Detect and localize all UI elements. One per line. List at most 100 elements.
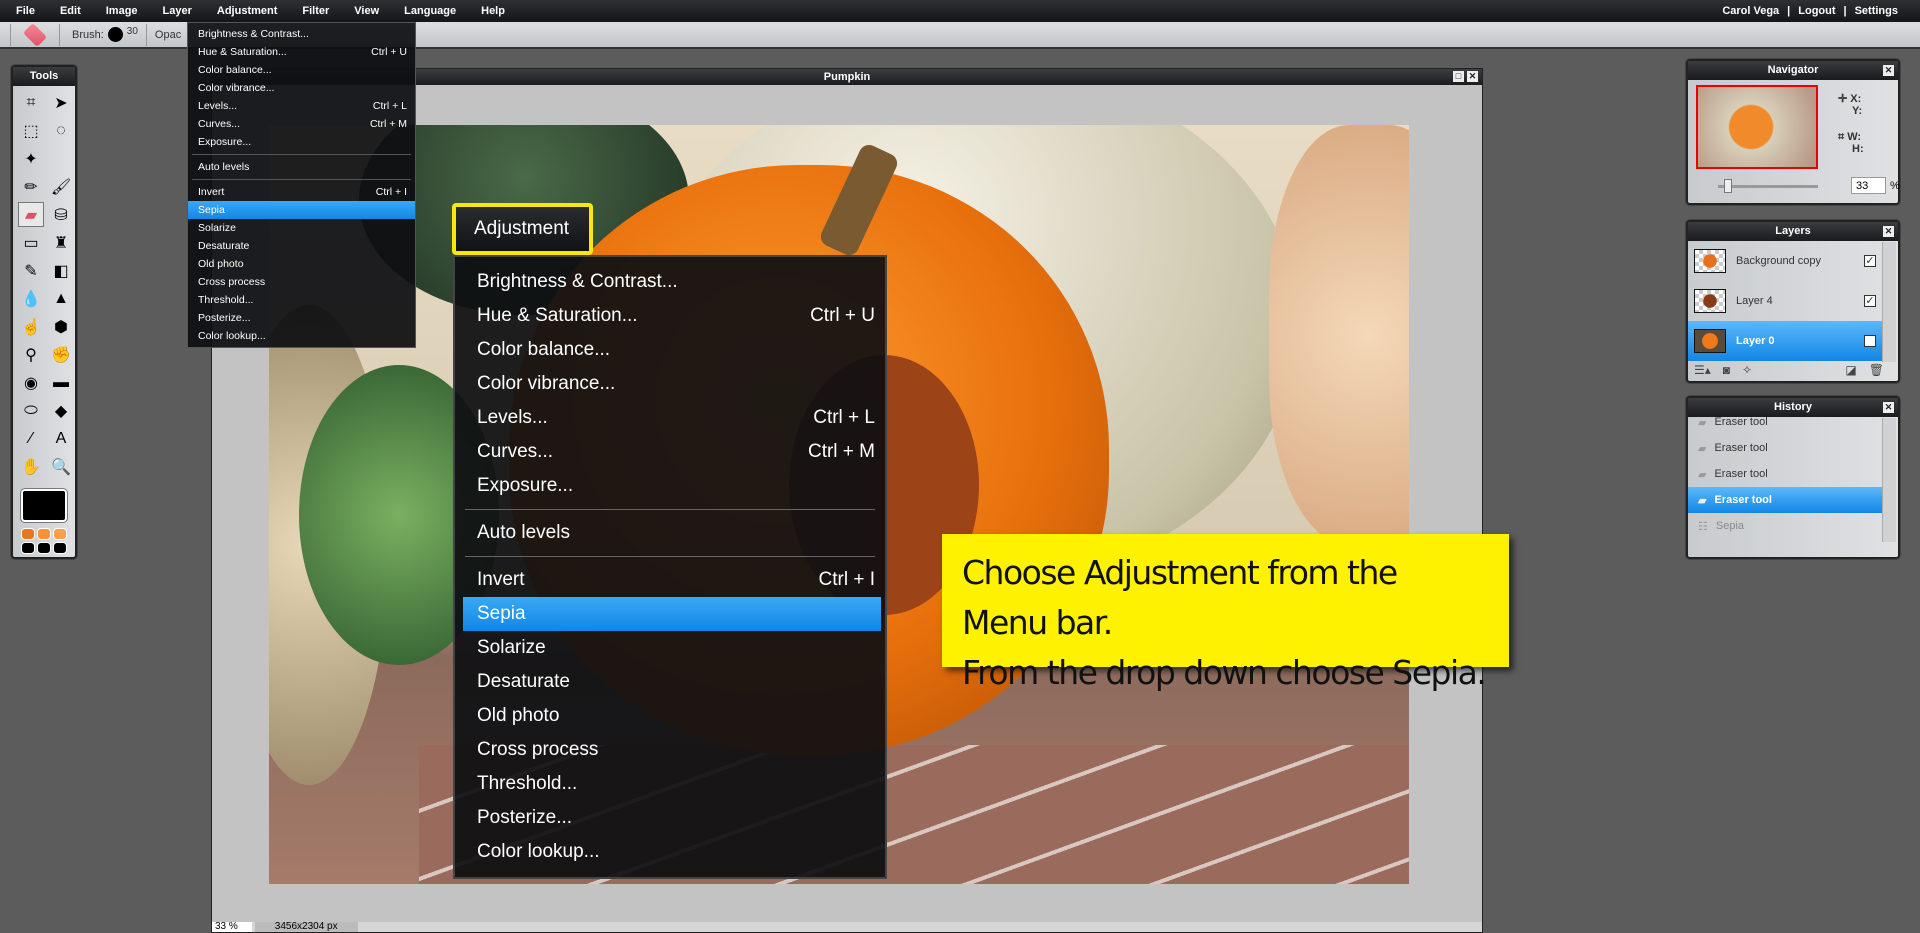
close-icon[interactable]: ✕ xyxy=(1883,65,1894,76)
menu-item-invert[interactable]: Invert Ctrl + I xyxy=(455,563,885,597)
menu-item-color-balance[interactable]: Color balance... xyxy=(188,61,415,79)
user-name[interactable]: Carol Vega xyxy=(1722,5,1779,17)
layer-settings-icon[interactable]: ☰▴ xyxy=(1694,363,1711,377)
lasso-icon[interactable]: ◌ xyxy=(48,118,74,143)
delete-layer-icon[interactable]: 🗑 xyxy=(1869,363,1884,377)
color-swatch[interactable] xyxy=(37,542,51,554)
settings-link[interactable]: Settings xyxy=(1855,5,1898,17)
crop-icon[interactable]: ⌗ xyxy=(18,90,44,115)
magic-wand-icon[interactable]: ✦ xyxy=(18,146,44,171)
red-eye-icon[interactable]: ◉ xyxy=(18,370,44,395)
brush-icon[interactable]: 🖌 xyxy=(48,174,74,199)
logout-link[interactable]: Logout xyxy=(1798,5,1835,17)
menu-item-cross-process[interactable]: Cross process xyxy=(455,733,885,767)
layer-mask-icon[interactable]: ◙ xyxy=(1723,363,1730,377)
menu-item-color-vibrance[interactable]: Color vibrance... xyxy=(188,79,415,97)
sharpen-icon[interactable]: ▲ xyxy=(48,286,74,311)
close-icon[interactable]: ✕ xyxy=(1883,226,1894,237)
menu-language[interactable]: Language xyxy=(390,5,467,17)
menu-filter[interactable]: Filter xyxy=(288,5,340,17)
layer-visibility-checkbox[interactable]: ✓ xyxy=(1864,295,1876,307)
menu-image[interactable]: Image xyxy=(92,5,149,17)
menu-help[interactable]: Help xyxy=(467,5,516,17)
sponge-icon[interactable]: ⬢ xyxy=(48,314,74,339)
menu-view[interactable]: View xyxy=(340,5,390,17)
pencil-icon[interactable]: ✏ xyxy=(18,174,44,199)
color-picker-icon[interactable]: ⁄ xyxy=(18,426,44,451)
menu-item-brightness-contrast[interactable]: Brightness & Contrast... xyxy=(188,25,415,43)
menu-item-levels[interactable]: Levels... Ctrl + L xyxy=(455,401,885,435)
layer-visibility-checkbox[interactable]: ✓ xyxy=(1864,335,1876,347)
menu-item-sepia[interactable]: Sepia xyxy=(188,201,415,219)
zoom-field[interactable]: 33 % xyxy=(212,922,252,932)
spot-heal-icon[interactable]: ▬ xyxy=(48,370,74,395)
close-icon[interactable]: ✕ xyxy=(1883,402,1894,413)
layers-scrollbar[interactable] xyxy=(1882,242,1896,362)
pinch-icon[interactable]: ◆ xyxy=(48,398,74,423)
history-item[interactable]: ▰ Eraser tool xyxy=(1688,417,1884,435)
menu-item-threshold[interactable]: Threshold... xyxy=(455,767,885,801)
menu-item-hue-saturation[interactable]: Hue & Saturation... Ctrl + U xyxy=(455,299,885,333)
layer-visibility-checkbox[interactable]: ✓ xyxy=(1864,255,1876,267)
menu-item-posterize[interactable]: Posterize... xyxy=(455,801,885,835)
layer-row[interactable]: Layer 0 ✓ xyxy=(1688,321,1884,361)
move-icon[interactable]: ➤ xyxy=(48,90,74,115)
marquee-icon[interactable]: ⬚ xyxy=(18,118,44,143)
type-icon[interactable]: A xyxy=(48,426,74,451)
layer-row[interactable]: Background copy ✓ xyxy=(1688,241,1884,281)
history-item[interactable]: ▰ Eraser tool xyxy=(1688,435,1884,461)
menu-item-posterize[interactable]: Posterize... xyxy=(188,309,415,327)
zoom-slider[interactable] xyxy=(1718,185,1818,188)
menu-item-old-photo[interactable]: Old photo xyxy=(455,699,885,733)
foreground-color[interactable] xyxy=(21,489,67,522)
menu-item-solarize[interactable]: Solarize xyxy=(455,631,885,665)
menu-item-hue-saturation[interactable]: Hue & Saturation... Ctrl + U xyxy=(188,43,415,61)
color-swatch[interactable] xyxy=(53,528,67,540)
brush-preview[interactable] xyxy=(107,27,123,42)
hand-icon[interactable]: ✋ xyxy=(18,454,44,479)
history-item[interactable]: ☷ Sepia xyxy=(1688,513,1884,539)
menu-item-desaturate[interactable]: Desaturate xyxy=(455,665,885,699)
zoom-icon[interactable]: 🔍 xyxy=(48,454,74,479)
gradient-icon[interactable]: ▭ xyxy=(18,230,44,255)
menu-item-invert[interactable]: Invert Ctrl + I xyxy=(188,183,415,201)
menu-item-auto-levels[interactable]: Auto levels xyxy=(455,516,885,550)
clone-stamp-icon[interactable]: ♜ xyxy=(48,230,74,255)
color-swatch[interactable] xyxy=(53,542,67,554)
menu-item-exposure[interactable]: Exposure... xyxy=(455,469,885,503)
new-layer-icon[interactable]: ◪ xyxy=(1845,363,1856,377)
menu-item-sepia[interactable]: Sepia xyxy=(463,597,881,631)
menu-file[interactable]: File xyxy=(0,5,46,17)
brush-size[interactable]: 30 xyxy=(127,26,138,37)
history-scrollbar[interactable] xyxy=(1882,418,1896,542)
dodge-icon[interactable]: ⚲ xyxy=(18,342,44,367)
menu-item-desaturate[interactable]: Desaturate xyxy=(188,237,415,255)
color-swatch[interactable] xyxy=(21,542,35,554)
smudge-icon[interactable]: ☝ xyxy=(18,314,44,339)
menu-item-curves[interactable]: Curves... Ctrl + M xyxy=(188,115,415,133)
shape-icon[interactable]: ◧ xyxy=(48,258,74,283)
menu-item-threshold[interactable]: Threshold... xyxy=(188,291,415,309)
menu-edit[interactable]: Edit xyxy=(46,5,92,17)
menu-item-exposure[interactable]: Exposure... xyxy=(188,133,415,151)
menu-item-curves[interactable]: Curves... Ctrl + M xyxy=(455,435,885,469)
menu-item-auto-levels[interactable]: Auto levels xyxy=(188,158,415,176)
navigator-thumbnail[interactable] xyxy=(1696,85,1818,169)
history-item[interactable]: ▰ Eraser tool xyxy=(1688,487,1884,513)
menu-item-color-lookup[interactable]: Color lookup... xyxy=(455,835,885,869)
menu-layer[interactable]: Layer xyxy=(149,5,203,17)
maximize-button[interactable]: □ xyxy=(1453,71,1464,82)
menu-item-solarize[interactable]: Solarize xyxy=(188,219,415,237)
zoom-slider-handle[interactable] xyxy=(1724,179,1732,193)
menu-item-brightness-contrast[interactable]: Brightness & Contrast... xyxy=(455,265,885,299)
zoom-input[interactable]: 33 xyxy=(1851,177,1886,194)
menu-item-levels[interactable]: Levels... Ctrl + L xyxy=(188,97,415,115)
eraser-icon[interactable]: ▰ xyxy=(18,202,44,227)
menu-item-color-vibrance[interactable]: Color vibrance... xyxy=(455,367,885,401)
menu-item-old-photo[interactable]: Old photo xyxy=(188,255,415,273)
menu-item-color-lookup[interactable]: Color lookup... xyxy=(188,327,415,345)
layer-styles-icon[interactable]: ✧ xyxy=(1742,363,1752,377)
bloat-icon[interactable]: ⬭ xyxy=(18,398,44,423)
layer-row[interactable]: Layer 4 ✓ xyxy=(1688,281,1884,321)
burn-icon[interactable]: ✊ xyxy=(48,342,74,367)
